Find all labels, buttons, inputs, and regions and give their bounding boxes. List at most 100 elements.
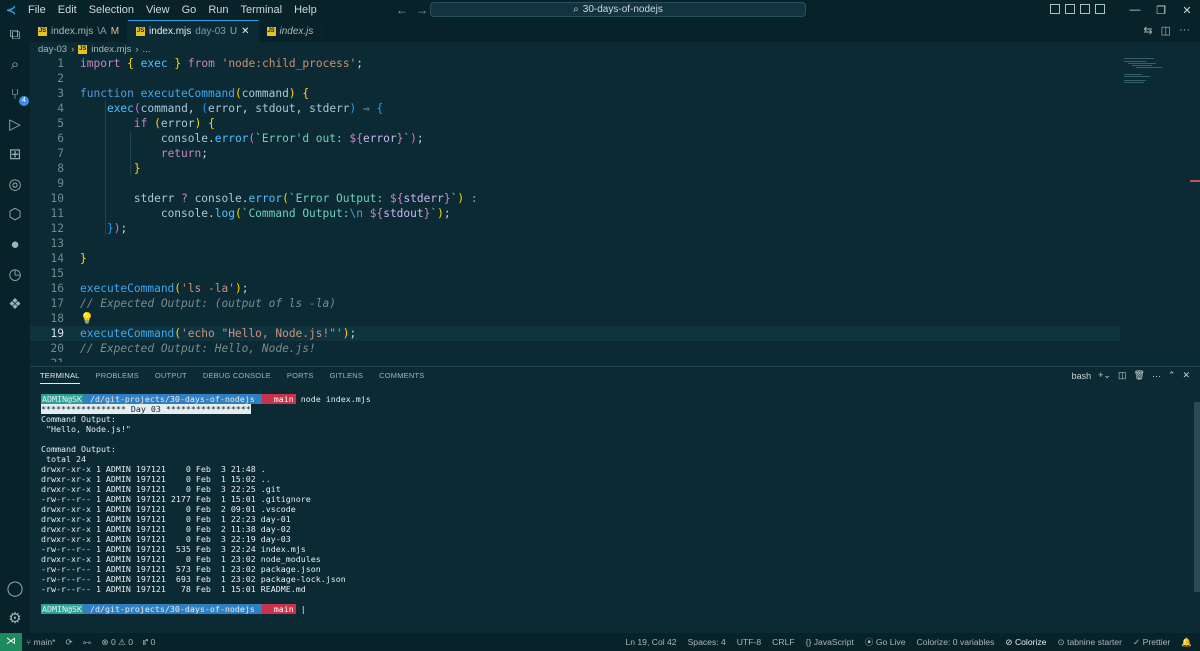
- timeline-icon[interactable]: ◷: [6, 266, 24, 284]
- lightbulb-icon[interactable]: 💡: [80, 312, 94, 325]
- tab-index-mjs-day03[interactable]: JS index.mjs day-03 U ✕: [128, 20, 259, 42]
- tab-gitlens[interactable]: GITLENS: [330, 371, 364, 384]
- code-line: 1 import { exec } from 'node:child_proces…: [57, 57, 364, 70]
- terminal-prompt: ADMIN@SK /d/git-projects/30-days-of-node…: [41, 604, 306, 614]
- tab-index-js[interactable]: JS index.js: [259, 20, 323, 42]
- sync-icon[interactable]: ⟳: [66, 637, 73, 648]
- explorer-icon[interactable]: ⧉: [6, 26, 24, 44]
- maximize-panel-icon[interactable]: ⌃: [1168, 370, 1176, 381]
- breadcrumb-folder[interactable]: day-03: [38, 44, 67, 55]
- notifications-bell-icon[interactable]: 🔔: [1181, 637, 1192, 648]
- git-branch[interactable]: ⑂ main*: [26, 637, 56, 648]
- gitlens-icon[interactable]: ⬡: [6, 206, 24, 224]
- settings-gear-icon[interactable]: ⚙: [6, 610, 24, 628]
- language-mode[interactable]: {} JavaScript: [806, 637, 854, 647]
- tab-problems[interactable]: PROBLEMS: [96, 371, 139, 384]
- menu-go[interactable]: Go: [176, 0, 203, 20]
- colorize-toggle[interactable]: ⊘ Colorize: [1005, 637, 1046, 648]
- github-icon[interactable]: ●: [6, 236, 24, 254]
- code-line: 18 💡: [50, 312, 94, 325]
- close-panel-icon[interactable]: ✕: [1182, 370, 1190, 381]
- tab-output[interactable]: OUTPUT: [155, 371, 187, 384]
- tab-debug-console[interactable]: DEBUG CONSOLE: [203, 371, 271, 384]
- code-line: 12 });: [50, 222, 128, 235]
- menu-view[interactable]: View: [140, 0, 176, 20]
- minimap[interactable]: [1120, 56, 1192, 362]
- js-file-icon: JS: [78, 44, 88, 54]
- toggle-secondary-sidebar-icon[interactable]: [1080, 4, 1090, 14]
- ports-indicator[interactable]: ⑈ 0: [143, 637, 155, 648]
- code-line: 20// Expected Output: Hello, Node.js!: [50, 342, 316, 355]
- chevron-right-icon: ›: [135, 43, 139, 55]
- minimize-icon[interactable]: —: [1122, 4, 1148, 16]
- js-file-icon: JS: [38, 26, 47, 36]
- js-file-icon: JS: [266, 26, 276, 36]
- close-window-icon[interactable]: ✕: [1174, 4, 1200, 17]
- menu-selection[interactable]: Selection: [83, 0, 140, 20]
- restore-icon[interactable]: ❐: [1148, 4, 1174, 17]
- terminal-scrollbar[interactable]: [1194, 402, 1200, 592]
- terminal-line: ***************** Day 03 ***************…: [41, 404, 251, 414]
- code-line-current: 19 executeCommand('echo "Hello, Node.js!"…: [30, 326, 1120, 341]
- source-control-icon[interactable]: ⑂ 4: [6, 86, 29, 106]
- code-line: 2: [57, 72, 64, 85]
- shell-name[interactable]: bash: [1072, 371, 1092, 381]
- split-editor-icon[interactable]: ◫: [1161, 24, 1171, 37]
- tab-index-mjs-root[interactable]: JS index.mjs \A M: [30, 20, 129, 42]
- vscode-window: ≺ File Edit Selection View Go Run Termin…: [0, 0, 1200, 651]
- terminal-output[interactable]: ADMIN@SK /d/git-projects/30-days-of-node…: [41, 394, 1181, 614]
- end-of-line[interactable]: CRLF: [772, 637, 794, 647]
- go-live[interactable]: ⦿ Go Live: [865, 636, 906, 648]
- tab-tag: day-03: [195, 26, 226, 37]
- remote-indicator-icon[interactable]: ⋊: [0, 633, 22, 651]
- layout-controls: [1050, 4, 1105, 14]
- forward-arrow-icon[interactable]: →: [416, 3, 428, 17]
- breadcrumb-file[interactable]: index.mjs: [91, 44, 131, 55]
- code-line: 11 console.log(`Command Output:\n ${stdo…: [50, 207, 451, 220]
- code-line: 13: [50, 237, 64, 250]
- nav-arrows: ← →: [396, 0, 428, 20]
- back-arrow-icon[interactable]: ←: [396, 3, 408, 17]
- menu-edit[interactable]: Edit: [52, 0, 83, 20]
- breadcrumb-more[interactable]: ...: [143, 44, 151, 55]
- more-icon[interactable]: ···: [1152, 371, 1161, 381]
- compare-changes-icon[interactable]: ⇆: [1143, 24, 1152, 37]
- toggle-sidebar-icon[interactable]: [1050, 4, 1060, 14]
- figma-icon[interactable]: ❖: [6, 296, 24, 314]
- tab-status: U: [229, 26, 238, 37]
- graph-icon[interactable]: ⧟: [83, 637, 92, 648]
- customize-layout-icon[interactable]: [1095, 4, 1105, 14]
- run-debug-icon[interactable]: ▷: [6, 116, 24, 134]
- accounts-icon[interactable]: ◯: [6, 580, 24, 598]
- command-center-search[interactable]: ⌕ 30-days-of-nodejs: [430, 2, 806, 17]
- tab-terminal[interactable]: TERMINAL: [40, 371, 80, 384]
- menu-terminal[interactable]: Terminal: [235, 0, 289, 20]
- indentation[interactable]: Spaces: 4: [688, 637, 726, 647]
- code-editor[interactable]: 1 import { exec } from 'node:child_proces…: [30, 56, 1200, 362]
- tab-comments[interactable]: COMMENTS: [379, 371, 424, 384]
- remote-explorer-icon[interactable]: ◎: [6, 176, 24, 194]
- tabnine[interactable]: ⊙ tabnine starter: [1057, 637, 1122, 648]
- close-tab-icon[interactable]: ✕: [241, 26, 249, 37]
- kill-terminal-icon[interactable]: 🗑: [1133, 370, 1144, 381]
- problems-indicator[interactable]: ⊗ 0 ⚠ 0: [101, 637, 133, 648]
- colorize-variables[interactable]: Colorize: 0 variables: [916, 637, 994, 647]
- prettier[interactable]: ✓ Prettier: [1133, 637, 1170, 648]
- search-view-icon[interactable]: ⌕: [6, 56, 24, 74]
- more-actions-icon[interactable]: ···: [1179, 24, 1190, 37]
- menu-run[interactable]: Run: [202, 0, 234, 20]
- cursor-position[interactable]: Ln 19, Col 42: [625, 637, 676, 647]
- terminal-line: -rw-r--r-- 1 ADMIN 197121 573 Feb 1 23:0…: [41, 564, 321, 574]
- menu-file[interactable]: File: [22, 0, 52, 20]
- source-control-badge: 4: [19, 96, 29, 106]
- menu-help[interactable]: Help: [288, 0, 323, 20]
- tab-ports[interactable]: PORTS: [287, 371, 314, 384]
- extensions-icon[interactable]: ⊞: [6, 146, 24, 164]
- terminal-line: "Hello, Node.js!": [41, 424, 131, 434]
- toggle-panel-icon[interactable]: [1065, 4, 1075, 14]
- encoding[interactable]: UTF-8: [737, 637, 761, 647]
- new-terminal-icon[interactable]: +⌄: [1098, 370, 1111, 381]
- terminal-line: -rw-r--r-- 1 ADMIN 197121 78 Feb 1 15:01…: [41, 584, 306, 594]
- breadcrumb: day-03 › JS index.mjs › ...: [38, 42, 150, 56]
- split-terminal-icon[interactable]: ◫: [1118, 370, 1127, 381]
